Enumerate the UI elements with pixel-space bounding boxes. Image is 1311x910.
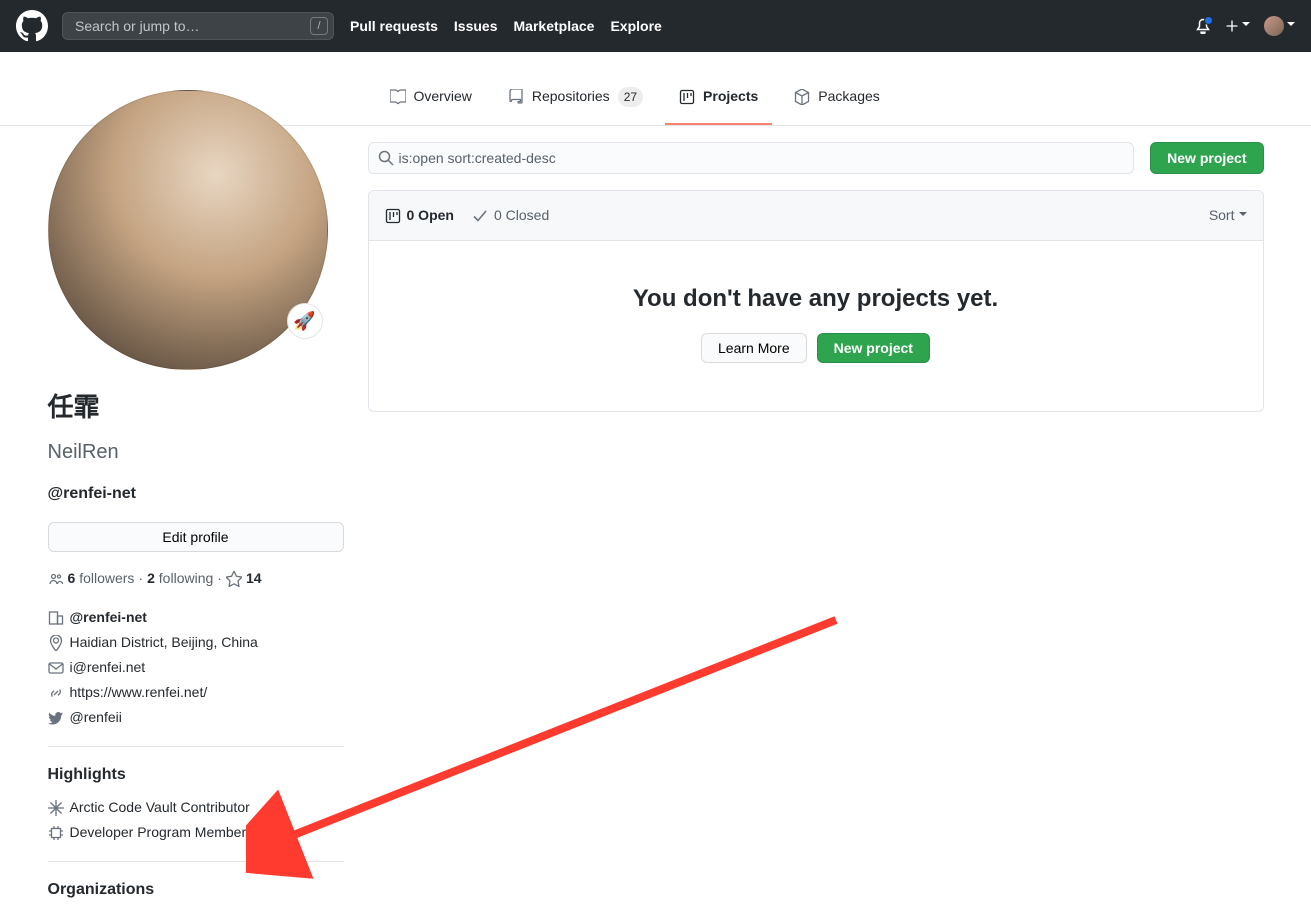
highlights-section: Highlights Arctic Code Vault Contributor…: [48, 746, 344, 845]
user-menu-dropdown[interactable]: [1264, 16, 1295, 36]
notifications-button[interactable]: [1195, 18, 1211, 34]
avatar-icon: [1264, 16, 1284, 36]
stars-link[interactable]: 14: [246, 568, 262, 589]
projects-filter-input[interactable]: [368, 142, 1135, 174]
projects-box-header: 0 Open 0 Closed Sort: [369, 191, 1263, 241]
plus-icon: [1225, 19, 1239, 33]
search-icon: [378, 150, 394, 166]
projects-blankslate: You don't have any projects yet. Learn M…: [369, 241, 1263, 411]
vcard-twitter: @renfeii: [48, 705, 344, 730]
nav-pull-requests[interactable]: Pull requests: [350, 16, 438, 37]
profile-fullname: 任霏: [48, 392, 100, 422]
highlight-text: Arctic Code Vault Contributor: [70, 797, 250, 818]
github-logo[interactable]: [16, 10, 48, 42]
org-link[interactable]: @renfei-net: [70, 607, 147, 628]
highlight-arctic: Arctic Code Vault Contributor: [48, 795, 344, 820]
people-icon: [48, 571, 64, 587]
vcard-location: Haidian District, Beijing, China: [48, 630, 344, 655]
location-text: Haidian District, Beijing, China: [70, 632, 258, 653]
closed-count-text: 0 Closed: [494, 205, 549, 226]
search-input[interactable]: [62, 12, 334, 40]
profile-bio: @renfei-net: [48, 482, 344, 506]
profile-username: NeilRen: [48, 441, 119, 463]
open-projects-toggle[interactable]: 0 Open: [385, 205, 454, 226]
nav-explore[interactable]: Explore: [610, 16, 661, 37]
organizations-title: Organizations: [48, 878, 344, 902]
sort-label: Sort: [1209, 205, 1235, 226]
cpu-icon: [48, 825, 64, 841]
new-project-button-blank[interactable]: New project: [817, 333, 930, 363]
follow-stats: 6 followers · 2 following · 14: [48, 568, 344, 589]
profile-avatar[interactable]: 🚀: [48, 90, 328, 370]
link-icon: [48, 685, 64, 701]
caret-down-icon: [1239, 212, 1247, 220]
open-count-text: 0 Open: [407, 205, 454, 226]
global-header: / Pull requests Issues Marketplace Explo…: [0, 0, 1311, 52]
highlight-developer-program: Developer Program Member: [48, 820, 344, 845]
notification-dot-icon: [1204, 16, 1213, 25]
caret-down-icon: [1242, 22, 1250, 30]
nav-marketplace[interactable]: Marketplace: [514, 16, 595, 37]
twitter-icon: [48, 710, 64, 726]
slash-key-icon: /: [310, 17, 328, 35]
edit-profile-button[interactable]: Edit profile: [48, 522, 344, 552]
header-right: [1195, 16, 1295, 36]
snowflake-icon: [48, 800, 64, 816]
twitter-link[interactable]: @renfeii: [70, 707, 122, 728]
create-new-dropdown[interactable]: [1225, 19, 1250, 33]
highlight-text: Developer Program Member: [70, 822, 247, 843]
closed-projects-toggle[interactable]: 0 Closed: [472, 205, 549, 226]
following-link[interactable]: 2 following: [147, 568, 213, 589]
email-link[interactable]: i@renfei.net: [70, 657, 146, 678]
mail-icon: [48, 660, 64, 676]
filter-input-wrapper: [368, 142, 1135, 174]
projects-content: New project 0 Open 0 Closed Sort: [368, 142, 1264, 412]
rocket-icon: 🚀: [293, 308, 315, 335]
profile-sidebar: 🚀 任霏 NeilRen @renfei-net Edit profile 6 …: [48, 90, 344, 910]
website-link[interactable]: https://www.renfei.net/: [70, 682, 208, 703]
search-wrapper: /: [62, 12, 334, 40]
vcard-org: @renfei-net: [48, 605, 344, 630]
vcard-email: i@renfei.net: [48, 655, 344, 680]
check-icon: [472, 208, 488, 224]
nav-issues[interactable]: Issues: [454, 16, 498, 37]
followers-link[interactable]: 6 followers: [68, 568, 135, 589]
organization-icon: [48, 610, 64, 626]
status-emoji-button[interactable]: 🚀: [287, 303, 323, 339]
projects-box: 0 Open 0 Closed Sort You don't have any …: [368, 190, 1264, 412]
vcard-details: @renfei-net Haidian District, Beijing, C…: [48, 605, 344, 730]
organizations-section: Organizations: [48, 861, 344, 902]
sort-dropdown[interactable]: Sort: [1209, 205, 1247, 226]
star-icon: [226, 571, 242, 587]
vcard-website: https://www.renfei.net/: [48, 680, 344, 705]
project-icon: [385, 208, 401, 224]
primary-nav: Pull requests Issues Marketplace Explore: [350, 16, 662, 37]
new-project-button[interactable]: New project: [1150, 142, 1263, 174]
projects-filter-row: New project: [368, 142, 1264, 174]
learn-more-button[interactable]: Learn More: [701, 333, 807, 363]
profile-names: 任霏 NeilRen: [48, 386, 344, 470]
highlights-title: Highlights: [48, 763, 344, 787]
location-icon: [48, 635, 64, 651]
blankslate-title: You don't have any projects yet.: [385, 281, 1247, 317]
caret-down-icon: [1287, 22, 1295, 30]
